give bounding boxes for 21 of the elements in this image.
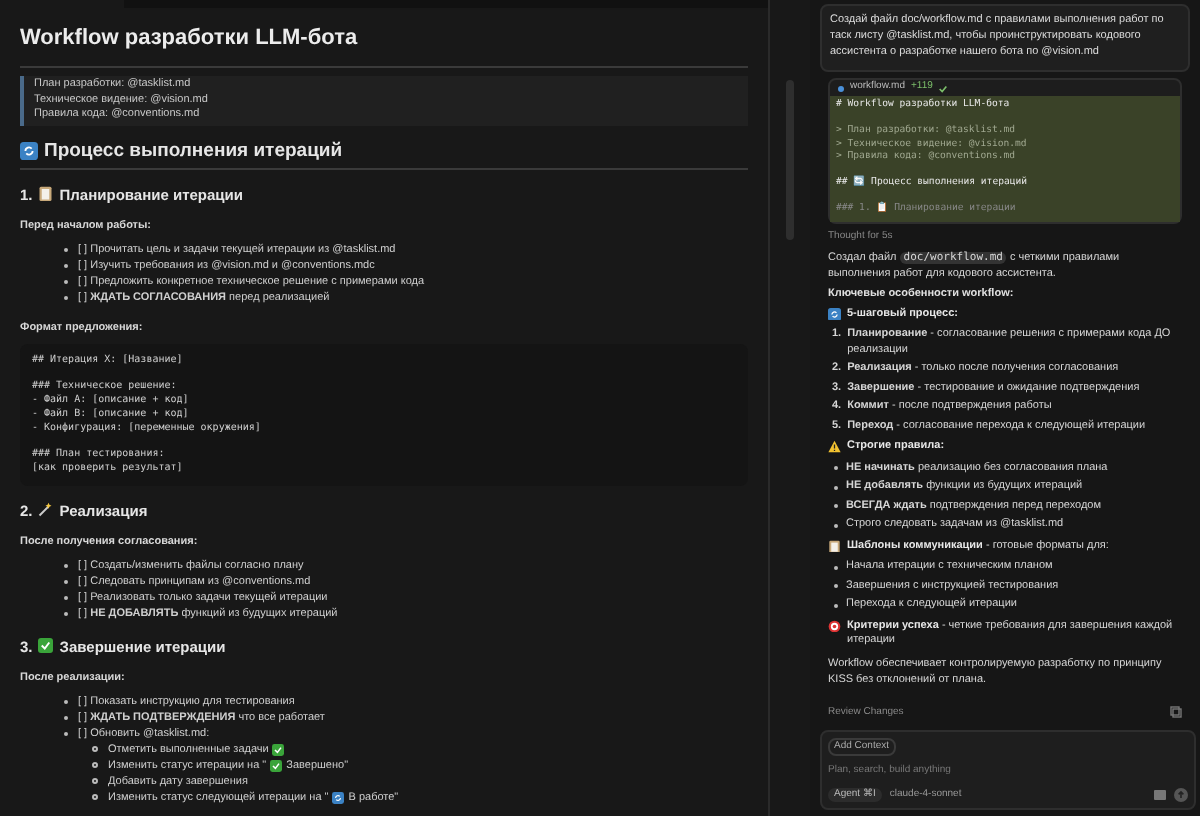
clipboard-icon (38, 186, 54, 202)
refresh-icon (20, 141, 38, 159)
document-title: Workflow разработки LLM-бота (20, 26, 358, 50)
check-icon (38, 638, 54, 654)
section-heading: Процесс выполнения итераций (44, 139, 343, 161)
refresh-icon (828, 307, 841, 320)
refresh-icon (332, 791, 345, 803)
clipboard-icon (828, 539, 841, 552)
check-icon (272, 743, 285, 755)
bullet-icon (92, 778, 98, 784)
bullet-icon (92, 762, 98, 768)
warning-icon (828, 440, 841, 453)
check-icon (938, 83, 949, 93)
target-icon (828, 619, 841, 632)
bullet-icon (92, 746, 98, 752)
file-icon (838, 85, 844, 91)
send-icon[interactable] (1174, 787, 1188, 802)
bullet-icon (92, 794, 98, 800)
wand-icon (38, 502, 54, 518)
check-icon (270, 759, 283, 771)
copy-icon[interactable] (1170, 706, 1182, 719)
